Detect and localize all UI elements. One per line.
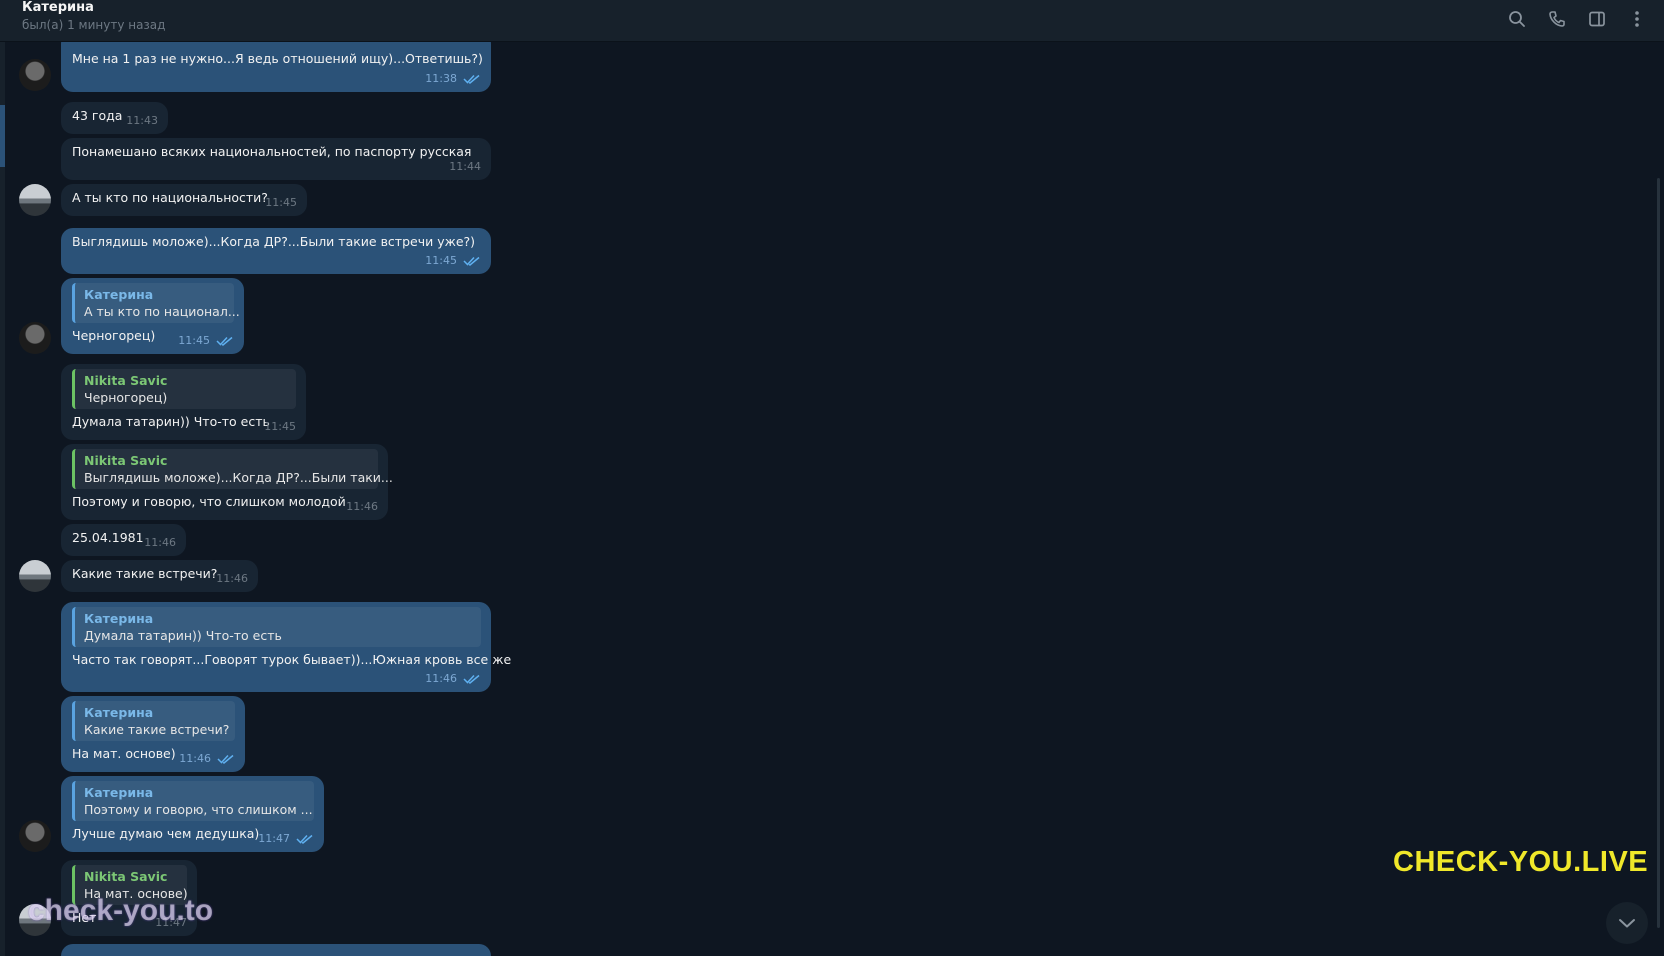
double-check-icon [463, 256, 480, 266]
header-actions [1504, 6, 1650, 32]
message-bubble-incoming[interactable]: А ты кто по национальности? 11:45 [61, 184, 307, 216]
message-meta: 11:38 [425, 70, 481, 87]
avatar[interactable] [19, 560, 51, 592]
watermark-left: check-you.to [28, 894, 214, 927]
chat-header: Катерина был(а) 1 минуту назад [0, 0, 1664, 42]
quote-text: Выглядишь моложе)...Когда ДР?...Были так… [84, 470, 393, 485]
message-time: 11:43 [126, 114, 158, 127]
double-check-icon [217, 754, 234, 764]
message-time: 11:46 [216, 572, 248, 585]
reply-quote[interactable]: Nikita Savic Выглядишь моложе)...Когда Д… [72, 449, 393, 489]
phone-icon[interactable] [1544, 6, 1570, 32]
message-bubble-incoming[interactable]: 43 года 11:43 [61, 102, 168, 134]
message-time: 11:46 [425, 672, 457, 685]
reply-quote[interactable]: Катерина А ты кто по национал... [72, 283, 240, 323]
scrollbar[interactable] [1657, 178, 1660, 928]
message-meta: 11:45 [178, 332, 234, 349]
message-meta: 11:47 [258, 830, 314, 847]
quote-author: Катерина [84, 287, 154, 302]
message-time: 11:47 [258, 832, 290, 845]
quote-text: Думала татарин)) Что-то есть [84, 628, 282, 643]
message-meta: 11:46 [179, 750, 235, 767]
double-check-icon [216, 336, 233, 346]
quote-author: Катерина [84, 705, 154, 720]
message-bubble-outgoing[interactable]: Катерина А ты кто по национал... Черного… [61, 278, 244, 354]
message-time: 11:46 [346, 500, 378, 513]
quote-author: Nikita Savic [84, 453, 168, 468]
message-list[interactable]: Мне на 1 раз не нужно...Я ведь отношений… [0, 42, 1664, 956]
avatar[interactable] [19, 820, 51, 852]
quote-text: Какие такие встречи? [84, 722, 230, 737]
message-time: 11:44 [449, 160, 481, 173]
message-text: Часто так говорят...Говорят турок бывает… [72, 652, 512, 667]
reply-quote[interactable]: Катерина Думала татарин)) Что-то есть [72, 607, 481, 647]
message-bubble-outgoing-partial[interactable] [61, 944, 491, 956]
message-bubble-incoming[interactable]: Nikita Savic Выглядишь моложе)...Когда Д… [61, 444, 393, 520]
message-bubble-outgoing[interactable]: Катерина Какие такие встречи? На мат. ос… [61, 696, 245, 772]
message-time: 11:45 [178, 334, 210, 347]
message-time: 11:38 [425, 72, 457, 85]
message-bubble-outgoing[interactable]: Катерина Поэтому и говорю, что слишком .… [61, 776, 324, 852]
last-seen-status: был(а) 1 минуту назад [22, 18, 166, 32]
message-text: А ты кто по национальности? [72, 190, 268, 205]
message-bubble-incoming[interactable]: Понамешано всяких национальностей, по па… [61, 138, 491, 180]
message-time: 11:46 [179, 752, 211, 765]
quote-text: Черногорец) [84, 390, 168, 405]
more-vert-icon[interactable] [1624, 6, 1650, 32]
quote-author: Катерина [84, 785, 154, 800]
quote-text: Поэтому и говорю, что слишком ... [84, 802, 313, 817]
avatar[interactable] [19, 322, 51, 354]
quote-author: Катерина [84, 611, 154, 626]
double-check-icon [463, 74, 480, 84]
watermark-right: CHECK-YOU.LIVE [1393, 846, 1649, 878]
search-icon[interactable] [1504, 6, 1530, 32]
double-check-icon [463, 674, 480, 684]
message-meta: 11:46 [425, 670, 481, 687]
message-text: Понамешано всяких национальностей, по па… [72, 144, 472, 159]
message-text: Поэтому и говорю, что слишком молодой [72, 494, 346, 509]
quote-author: Nikita Savic [84, 373, 168, 388]
message-bubble-outgoing[interactable]: Выглядишь моложе)...Когда ДР?...Были так… [61, 228, 491, 274]
reply-quote[interactable]: Nikita Savic Черногорец) [72, 369, 296, 409]
message-time: 11:45 [265, 196, 297, 209]
message-text: Выглядишь моложе)...Когда ДР?...Были так… [72, 234, 476, 249]
reply-quote[interactable]: Катерина Какие такие встречи? [72, 701, 235, 741]
quote-text: А ты кто по национал... [84, 304, 240, 319]
message-text: Мне на 1 раз не нужно...Я ведь отношений… [72, 51, 483, 66]
message-bubble-incoming[interactable]: Какие такие встречи? 11:46 [61, 560, 258, 592]
double-check-icon [296, 834, 313, 844]
avatar[interactable] [19, 59, 51, 91]
message-time: 11:45 [425, 254, 457, 267]
message-bubble-outgoing[interactable]: Мне на 1 раз не нужно...Я ведь отношений… [61, 42, 491, 92]
avatar[interactable] [19, 184, 51, 216]
message-time: 11:45 [264, 420, 296, 433]
quote-author: Nikita Savic [84, 869, 168, 884]
message-bubble-incoming[interactable]: Nikita Savic Черногорец) Думала татарин)… [61, 364, 306, 440]
chevron-down-icon [1619, 919, 1635, 928]
message-bubble-incoming[interactable]: 25.04.1981 11:46 [61, 524, 186, 556]
message-time: 11:46 [144, 536, 176, 549]
scroll-to-bottom-button[interactable] [1606, 902, 1648, 944]
message-meta: 11:45 [425, 252, 481, 269]
message-bubble-outgoing[interactable]: Катерина Думала татарин)) Что-то есть Ча… [61, 602, 512, 692]
contact-name[interactable]: Катерина [22, 0, 94, 15]
sidebar-panel-icon[interactable] [1584, 6, 1610, 32]
reply-quote[interactable]: Катерина Поэтому и говорю, что слишком .… [72, 781, 314, 821]
message-text: Думала татарин)) Что-то есть [72, 414, 270, 429]
